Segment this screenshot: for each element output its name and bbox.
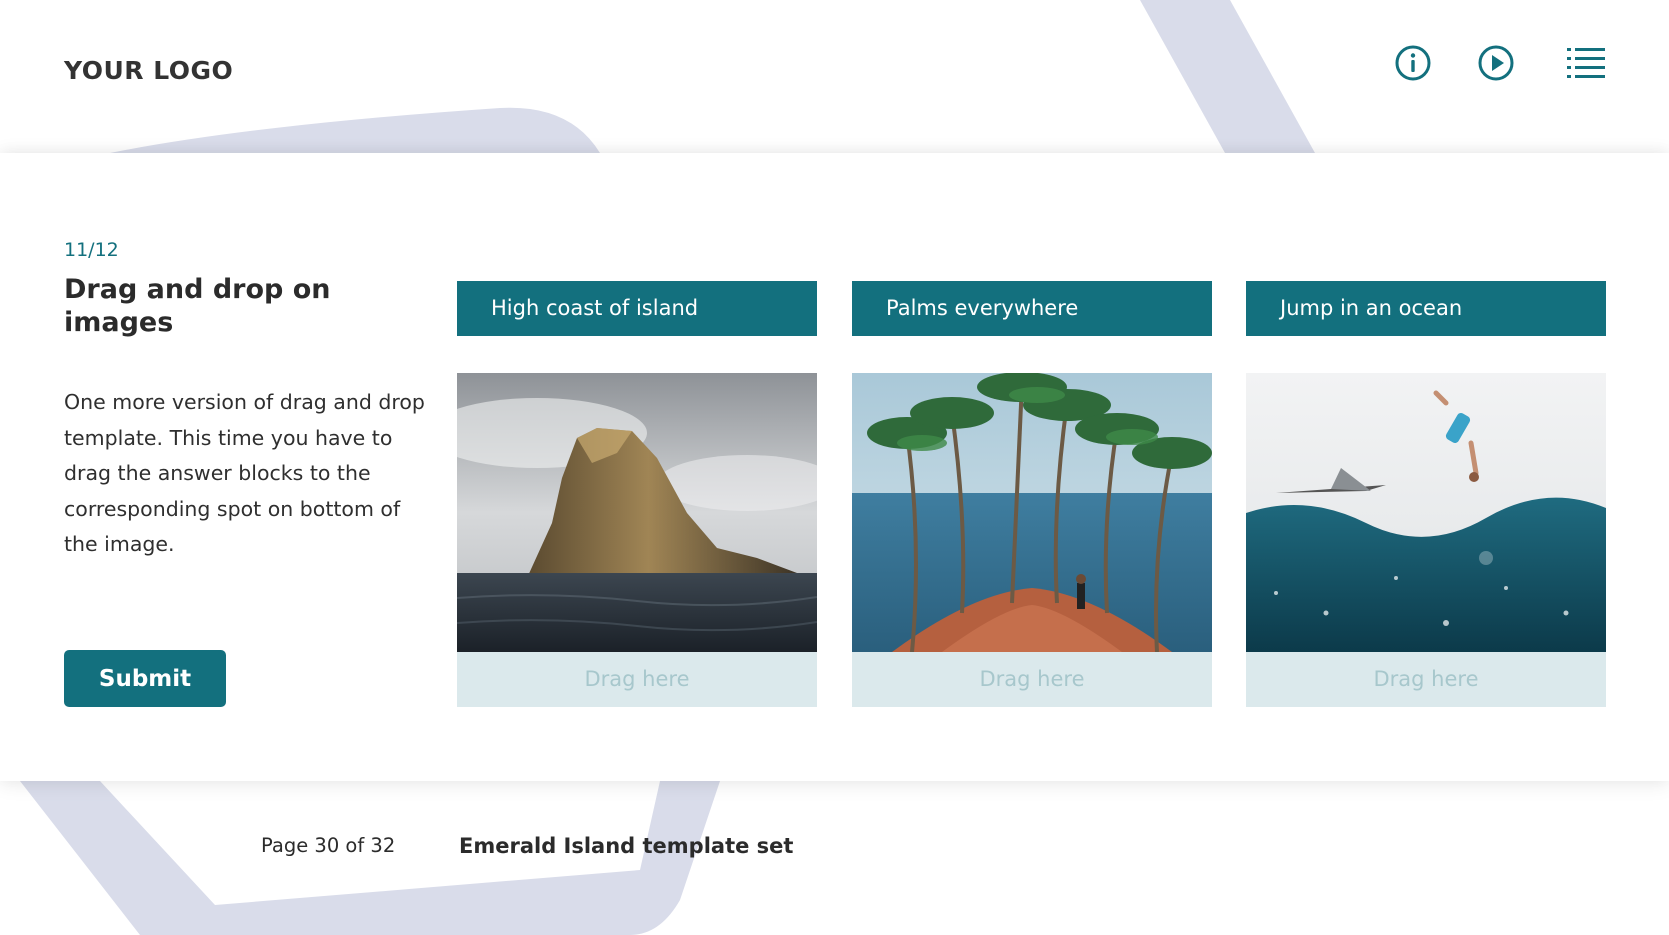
submit-button[interactable]: Submit bbox=[64, 650, 226, 707]
question-card: 11/12 Drag and drop on images One more v… bbox=[0, 153, 1669, 781]
answer-block-palms[interactable]: Palms everywhere bbox=[852, 281, 1212, 336]
palm-trees-image bbox=[852, 373, 1212, 652]
question-progress: 11/12 bbox=[64, 239, 119, 261]
template-set-name: Emerald Island template set bbox=[459, 834, 794, 858]
play-icon[interactable] bbox=[1475, 42, 1517, 84]
question-title: Drag and drop on images bbox=[64, 274, 331, 338]
answer-block-jump[interactable]: Jump in an ocean bbox=[1246, 281, 1606, 336]
logo: YOUR LOGO bbox=[64, 56, 234, 85]
ocean-jump-image bbox=[1246, 373, 1606, 652]
page-indicator: Page 30 of 32 bbox=[261, 834, 396, 857]
menu-list-icon[interactable] bbox=[1565, 42, 1607, 84]
question-description: One more version of drag and drop templa… bbox=[64, 390, 425, 556]
answer-block-high-coast[interactable]: High coast of island bbox=[457, 281, 817, 336]
header: YOUR LOGO bbox=[0, 0, 1669, 153]
drop-zone-3[interactable]: Drag here bbox=[1246, 652, 1606, 707]
drop-zone-2[interactable]: Drag here bbox=[852, 652, 1212, 707]
island-rock-image bbox=[457, 373, 817, 652]
info-icon[interactable] bbox=[1392, 42, 1434, 84]
drop-zone-1[interactable]: Drag here bbox=[457, 652, 817, 707]
